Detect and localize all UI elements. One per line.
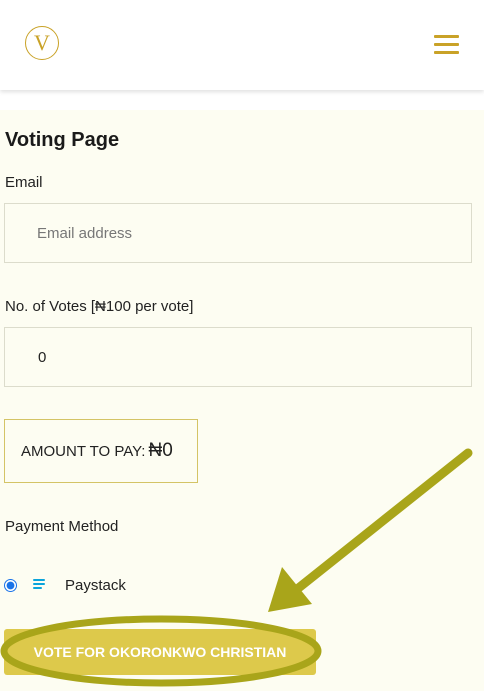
hamburger-menu-icon[interactable]: [434, 35, 459, 54]
amount-value: ₦0: [148, 440, 173, 461]
paystack-radio[interactable]: [4, 578, 17, 592]
votes-input[interactable]: [4, 327, 472, 387]
paystack-icon: [33, 578, 47, 592]
logo[interactable]: V: [25, 26, 59, 60]
paystack-label: Paystack: [65, 576, 126, 594]
logo-letter: V: [34, 30, 50, 55]
payment-option-paystack[interactable]: Paystack: [4, 574, 126, 596]
votes-label: No. of Votes [₦100 per vote]: [5, 298, 194, 315]
voting-panel: [0, 110, 484, 691]
amount-to-pay-box: AMOUNT TO PAY: ₦0: [4, 419, 198, 483]
vote-button[interactable]: VOTE FOR OKORONKWO CHRISTIAN: [4, 629, 316, 675]
email-field[interactable]: [4, 203, 472, 263]
page-title: Voting Page: [5, 129, 120, 151]
amount-label: AMOUNT TO PAY:: [21, 442, 146, 460]
email-label: Email: [5, 174, 43, 191]
top-header: V: [0, 0, 484, 90]
payment-method-label: Payment Method: [5, 518, 119, 535]
